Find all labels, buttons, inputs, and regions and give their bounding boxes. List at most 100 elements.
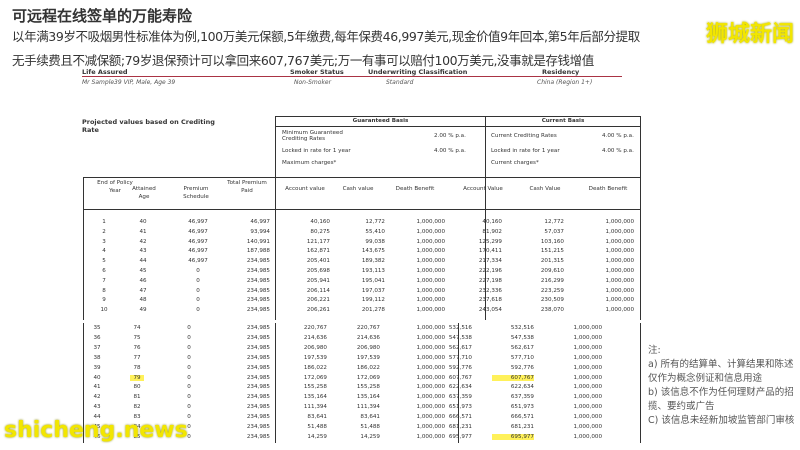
table-cell: 1,000,000 bbox=[573, 394, 602, 401]
table-cell: 40 bbox=[139, 219, 147, 225]
table-cell: 206,261 bbox=[306, 307, 330, 314]
table-cell: 49 bbox=[139, 307, 147, 314]
table-cell: 0 bbox=[187, 334, 191, 341]
table-cell: 99,038 bbox=[365, 238, 385, 245]
table-cell: 197,539 bbox=[356, 354, 380, 361]
table-cell: 36 bbox=[93, 334, 101, 341]
table-cell: 607,767 bbox=[492, 374, 534, 381]
table-cell: 234,985 bbox=[246, 424, 270, 430]
table-cell: 637,359 bbox=[510, 394, 534, 401]
page-title: 可远程在线签单的万能寿险 bbox=[12, 7, 193, 25]
table-cell: 187,988 bbox=[246, 248, 270, 255]
current-title: Current Basis bbox=[486, 118, 640, 127]
table-cell: 230,509 bbox=[540, 297, 564, 304]
table-cell: 0 bbox=[196, 297, 200, 304]
table-cell: 170,411 bbox=[478, 248, 502, 255]
table-cell: 162,871 bbox=[306, 248, 330, 255]
table-cell: 197,037 bbox=[361, 287, 385, 294]
table-cell: 44 bbox=[139, 258, 147, 265]
table-cell: 1,000,000 bbox=[416, 228, 445, 235]
table-cell: 4 bbox=[102, 248, 106, 255]
subtitle-line-1: 以年满39岁不吸烟男性标准体为例,100万美元保额,5年缴费,每年保费46,99… bbox=[12, 29, 640, 44]
table-cell: 205,401 bbox=[306, 258, 330, 265]
divider bbox=[640, 323, 641, 443]
table-cell: 1,000,000 bbox=[573, 374, 602, 381]
life-assured-label: Life Assured bbox=[82, 68, 128, 76]
table-cell: 234,985 bbox=[246, 414, 270, 421]
table-cell: 206,114 bbox=[306, 287, 330, 294]
table-cell: 0 bbox=[187, 394, 191, 401]
table-cell: 1,000,000 bbox=[416, 238, 445, 245]
table-cell: 1,000,000 bbox=[416, 219, 445, 225]
table-cell: 103,160 bbox=[540, 238, 564, 245]
table-cell: 622,634 bbox=[510, 384, 534, 391]
table-cell: 1,000,000 bbox=[573, 354, 602, 361]
table-cell: 12,772 bbox=[544, 219, 564, 225]
table-cell: 1,000,000 bbox=[573, 344, 602, 351]
table-cell: 0 bbox=[196, 277, 200, 284]
life-assured: Mr Sample39 VIP, Male, Age 39 bbox=[82, 79, 176, 86]
table-cell: 532,516 bbox=[448, 325, 472, 331]
table-cell: 234,985 bbox=[246, 374, 270, 381]
table-cell: 1,000,000 bbox=[573, 384, 602, 391]
table-cell: 1,000,000 bbox=[605, 238, 634, 245]
locked-rate-value: 4.00 % p.a. bbox=[434, 148, 466, 154]
table-cell: 0 bbox=[187, 325, 191, 331]
table-cell: 0 bbox=[187, 344, 191, 351]
table-cell: 1,000,000 bbox=[573, 433, 602, 440]
table-cell: 140,991 bbox=[246, 238, 270, 245]
table-cell: 172,069 bbox=[303, 374, 327, 381]
divider bbox=[640, 177, 641, 320]
table-cell: 77 bbox=[133, 354, 141, 361]
table-cell: 234,985 bbox=[246, 404, 270, 411]
table-cell: 1,000,000 bbox=[605, 248, 634, 255]
table-cell: 14,259 bbox=[360, 433, 380, 440]
table-cell: 1,000,000 bbox=[605, 297, 634, 304]
table-cell: 607,767 bbox=[448, 374, 472, 381]
table-cell: 1,000,000 bbox=[416, 307, 445, 314]
current-locked-label: Locked in rate for 1 year bbox=[491, 148, 560, 154]
table-cell: 57,037 bbox=[544, 228, 564, 235]
table-cell: 1,000,000 bbox=[605, 258, 634, 265]
table-cell: 47 bbox=[139, 287, 147, 294]
table-cell: 234,985 bbox=[246, 433, 270, 440]
table-cell: 0 bbox=[187, 364, 191, 371]
table-cell: 234,985 bbox=[246, 364, 270, 371]
note-b: b) 该信息不作为任何理财产品的招揽、要约或广告 bbox=[648, 387, 794, 412]
table-cell: 45 bbox=[139, 268, 147, 274]
table-cell: 695,977 bbox=[448, 433, 472, 440]
table-cell: 234,985 bbox=[246, 268, 270, 274]
table-cell: 14,259 bbox=[307, 433, 327, 440]
note-a: a) 所有的结算单、计算结果和陈述仅作为概念例证和信息用途 bbox=[648, 359, 794, 384]
uw: Standard bbox=[386, 79, 414, 86]
current-rate-label: Current Crediting Rates bbox=[491, 133, 557, 139]
column-header: Premium Schedule bbox=[183, 186, 209, 200]
table-cell: 206,980 bbox=[303, 344, 327, 351]
table-cell: 234,985 bbox=[246, 297, 270, 304]
min-rate-value: 2.00 % p.a. bbox=[434, 133, 466, 139]
table-cell: 3 bbox=[102, 238, 106, 245]
table-cell: 220,767 bbox=[303, 325, 327, 331]
table-cell: 40,160 bbox=[310, 219, 330, 225]
table-cell: 547,538 bbox=[510, 334, 534, 341]
column-header: Account value bbox=[285, 186, 325, 192]
current-basis-box: Current Basis Current Crediting Rates 4.… bbox=[485, 116, 641, 178]
table-cell: 0 bbox=[187, 374, 191, 381]
table-cell: 6 bbox=[102, 268, 106, 274]
table-cell: 1,000,000 bbox=[605, 307, 634, 314]
site-logo: 狮城新闻 bbox=[705, 22, 794, 47]
guaranteed-title: Guaranteed Basis bbox=[276, 118, 485, 127]
notes-title: 注: bbox=[648, 345, 661, 356]
current-locked-value: 4.00 % p.a. bbox=[602, 148, 634, 154]
table-cell: 237,618 bbox=[478, 297, 502, 304]
table-cell: 223,259 bbox=[540, 287, 564, 294]
table-cell: 0 bbox=[196, 287, 200, 294]
table-cell: 76 bbox=[133, 344, 141, 351]
table-cell: 234,985 bbox=[246, 307, 270, 314]
table-cell: 79 bbox=[130, 374, 144, 381]
table-cell: 1,000,000 bbox=[573, 414, 602, 421]
table-cell: 201,315 bbox=[540, 258, 564, 265]
table-cell: 0 bbox=[196, 268, 200, 274]
table-cell: 1,000,000 bbox=[605, 287, 634, 294]
table-cell: 1,000,000 bbox=[573, 325, 602, 331]
